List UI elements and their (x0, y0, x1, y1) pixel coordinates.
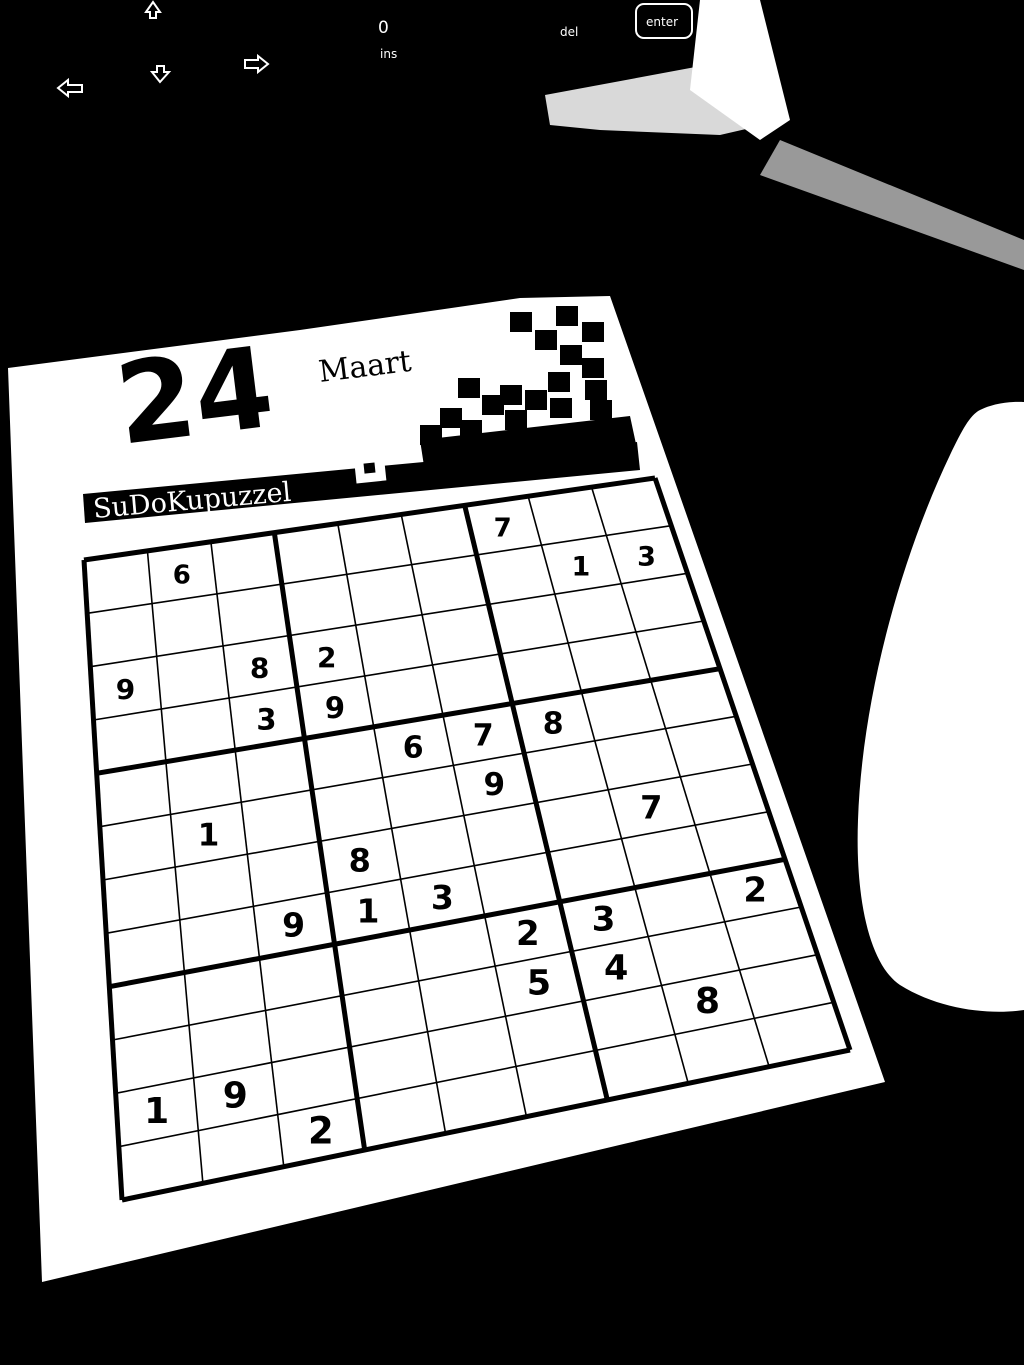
sudoku-cell-digit: 1 (572, 552, 591, 583)
arrow-up-icon (144, 0, 162, 19)
checker-square (525, 390, 547, 410)
scene: 0 ins del enter 24 Maart SuDoKupuzzel 67… (8, 0, 1024, 1282)
sudoku-cell-digit: 8 (349, 841, 371, 879)
checker-square (505, 410, 527, 430)
keyboard-bevel (545, 55, 785, 135)
sudoku-cell-digit: 3 (637, 542, 656, 573)
mouse (857, 401, 1024, 1012)
checker-square (556, 306, 578, 326)
sudoku-cell-digit: 3 (592, 899, 616, 939)
checker-square (482, 395, 504, 415)
sudoku-cell-digit: 2 (308, 1109, 334, 1152)
sudoku-cell-digit: 2 (743, 870, 767, 910)
checker-square (458, 378, 480, 398)
checker-square (560, 345, 582, 365)
checker-square (590, 400, 612, 420)
sudoku-cell-digit: 8 (695, 981, 720, 1022)
sudoku-cell-digit: 3 (431, 878, 454, 917)
calendar-page: 24 Maart SuDoKupuzzel 671 398 23 96 7 819879 1… (8, 296, 885, 1282)
sudoku-cell-digit: 9 (223, 1075, 248, 1116)
sudoku-cell-digit: 5 (527, 964, 551, 1004)
checker-square (550, 398, 572, 418)
keyboard: 0 ins del enter (56, 0, 1024, 270)
sudoku-cell-digit: 6 (173, 561, 191, 591)
checker-square (510, 312, 532, 332)
checker-square (582, 322, 604, 342)
sudoku-cell-digit: 3 (256, 702, 276, 736)
arrow-left-icon (56, 77, 83, 99)
arrow-right-icon (244, 53, 270, 75)
sudoku-cell-digit: 8 (543, 706, 564, 741)
checker-square (440, 408, 462, 428)
checker-square (582, 358, 604, 378)
checker-square (585, 380, 607, 400)
sudoku-cell-digit: 8 (250, 652, 269, 685)
key-label-ins[interactable]: ins (380, 47, 397, 61)
sudoku-cell-digit: 7 (640, 789, 662, 827)
sudoku-cell-digit: 7 (494, 513, 512, 543)
sudoku-cell-digit: 9 (116, 673, 135, 706)
sudoku-cell-digit: 6 (403, 730, 424, 765)
sudoku-cell-digit: 1 (198, 817, 220, 853)
sudoku-cell-digit: 1 (356, 892, 379, 931)
key-label-del[interactable]: del (560, 25, 578, 39)
key-label-zero[interactable]: 0 (378, 18, 389, 38)
sudoku-cell-digit: 9 (282, 905, 305, 944)
sudoku-cell-digit: 9 (484, 767, 506, 803)
sudoku-cell-digit: 2 (317, 641, 336, 674)
sudoku-cell-digit: 4 (604, 949, 628, 989)
banner-square-dot (363, 462, 376, 474)
sudoku-cell-digit: 2 (516, 914, 540, 954)
sudoku-cell-digit: 9 (325, 691, 345, 725)
checker-square (535, 330, 557, 350)
key-label-enter[interactable]: enter (646, 15, 678, 29)
sudoku-cell-digit: 1 (144, 1091, 169, 1132)
sudoku-cell-digit: 7 (473, 718, 494, 753)
date-day: 24 (109, 323, 280, 471)
arrow-down-icon (149, 65, 172, 84)
checker-square (548, 372, 570, 392)
keyboard-side-edge (760, 140, 1024, 270)
